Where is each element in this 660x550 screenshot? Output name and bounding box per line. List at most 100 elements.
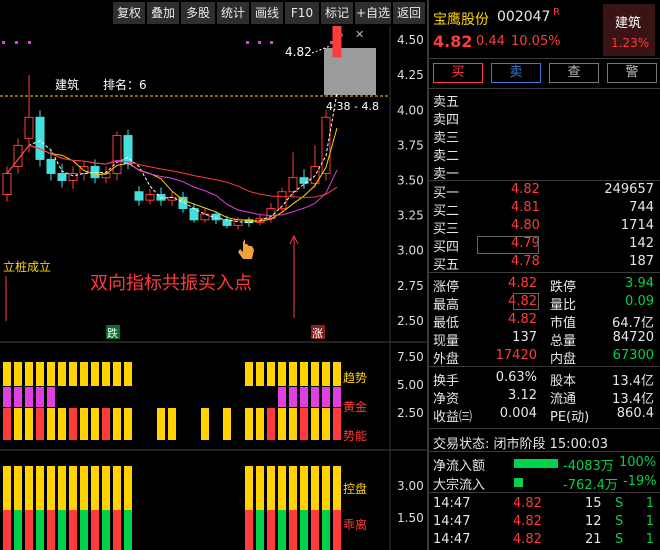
deviation-bar: [256, 510, 264, 550]
control-bar: [333, 466, 341, 510]
control-bar: [124, 466, 132, 510]
deviation-bar: [47, 510, 55, 550]
add-watchlist-button[interactable]: +自选: [355, 2, 391, 24]
kline-chart[interactable]: ◇ ✕ 4.82 4.38 - 4.8 建筑 排名：6 4.504.254.00…: [0, 26, 428, 550]
chart-toolbar: 复权 叠加 多股 统计 画线 F10 标记 +自选 返回: [0, 0, 428, 26]
deviation-bar: [113, 510, 121, 550]
candle-body: [145, 194, 155, 201]
gold-bar: [311, 387, 319, 407]
tick-time: 14:47: [433, 514, 471, 529]
stat-label-guben: 股本: [550, 374, 577, 389]
momentum-bar: [14, 408, 22, 440]
top-marker-dots: [2, 41, 333, 44]
gold-bar: [300, 387, 308, 407]
deviation-bar: [124, 510, 132, 550]
trend-bar: [300, 362, 308, 386]
control-bar: [113, 466, 121, 510]
net-inflow-pct: 100%: [619, 455, 657, 470]
ind2-tick-300: 3.00: [397, 479, 424, 493]
momentum-bar: [311, 408, 319, 440]
gold-bar: [322, 387, 330, 407]
buy-level-label: 买三: [433, 222, 460, 237]
candle-body: [233, 219, 243, 226]
buy-button[interactable]: 买: [433, 63, 483, 83]
control-bar: [25, 466, 33, 510]
highlight-box: [513, 293, 539, 310]
momentum-bar: [300, 408, 308, 440]
back-button[interactable]: 返回: [393, 2, 425, 24]
trend-bar: [256, 362, 264, 386]
control-bar: [289, 466, 297, 510]
candle-body: [178, 196, 188, 210]
stat-label-liutong: 流通: [550, 392, 577, 407]
trend-bar: [245, 362, 253, 386]
mark-button[interactable]: 标记: [321, 2, 353, 24]
gold-bar: [47, 387, 55, 407]
momentum-bar: [267, 408, 275, 440]
control-bar: [245, 466, 253, 510]
stat-label-zongliang: 总量: [550, 334, 577, 349]
statistics-button[interactable]: 统计: [217, 2, 249, 24]
tick-count: 1: [645, 496, 654, 511]
multi-stock-button[interactable]: 多股: [181, 2, 215, 24]
price-axis-tick: 3.50: [397, 173, 424, 187]
control-bar: [58, 466, 66, 510]
momentum-bar: [201, 408, 209, 440]
candle-body: [211, 213, 221, 221]
price-callout: 4.82: [285, 45, 312, 59]
buy-level-label: 买四: [433, 240, 460, 255]
candle-body: [35, 116, 45, 160]
momentum-bar: [256, 408, 264, 440]
stat-value-zhangting: 4.82: [508, 276, 537, 291]
trend-bar: [36, 362, 44, 386]
price-axis-tick: 4.25: [397, 68, 424, 82]
close-icon[interactable]: ✕: [355, 28, 364, 41]
deviation-bar: [245, 510, 253, 550]
trend-bar: [47, 362, 55, 386]
sector-badge[interactable]: 建筑 1.23%: [603, 4, 655, 56]
gold-bar: [289, 387, 297, 407]
momentum-bar: [47, 408, 55, 440]
down-tag-label: 跌: [107, 326, 118, 340]
sell-level-4: 卖四: [433, 113, 460, 128]
gold-bar: [278, 387, 286, 407]
control-bar: [14, 466, 22, 510]
stat-label-huanshou: 换手: [433, 374, 460, 389]
fuquan-button[interactable]: 复权: [113, 2, 145, 24]
momentum-bar: [58, 408, 66, 440]
ma-line-20: [6, 144, 338, 199]
sector-label: 建筑: [55, 77, 79, 92]
momentum-bar: [223, 408, 231, 440]
deviation-bar: [91, 510, 99, 550]
overlay-button[interactable]: 叠加: [147, 2, 179, 24]
control-bar: [36, 466, 44, 510]
deviation-bar: [36, 510, 44, 550]
sell-button[interactable]: 卖: [491, 63, 541, 83]
stat-label-zhangting: 涨停: [433, 280, 460, 295]
draw-line-button[interactable]: 画线: [251, 2, 283, 24]
f10-button[interactable]: F10: [285, 2, 319, 24]
chart-area[interactable]: 复权 叠加 多股 统计 画线 F10 标记 +自选 返回 ◇ ✕ 4.82 4.…: [0, 0, 428, 550]
stat-value-zuidi: 4.82: [508, 312, 537, 327]
momentum-bar: [278, 408, 286, 440]
tick-volume: 21: [585, 532, 602, 547]
tick-price: 4.82: [513, 496, 542, 511]
stat-value-zongliang: 84720: [612, 330, 654, 345]
stat-value-shouyi: 0.004: [499, 406, 537, 421]
query-button[interactable]: 查: [549, 63, 599, 83]
momentum-bar: [69, 408, 77, 440]
momentum-bar: [102, 408, 110, 440]
sell-level-2: 卖二: [433, 149, 460, 164]
buy-level-price: 4.81: [511, 200, 540, 215]
deviation-bar: [333, 510, 341, 550]
buy-level-label: 买一: [433, 186, 460, 201]
trend-bar: [25, 362, 33, 386]
momentum-label: 势能: [343, 429, 367, 443]
stat-value-waipan: 17420: [495, 348, 537, 363]
deviation-bar: [300, 510, 308, 550]
control-bar: [47, 466, 55, 510]
candle-body: [134, 191, 144, 201]
tick-volume: 12: [585, 514, 602, 529]
control-bar: [300, 466, 308, 510]
alert-button[interactable]: 警: [607, 63, 657, 83]
